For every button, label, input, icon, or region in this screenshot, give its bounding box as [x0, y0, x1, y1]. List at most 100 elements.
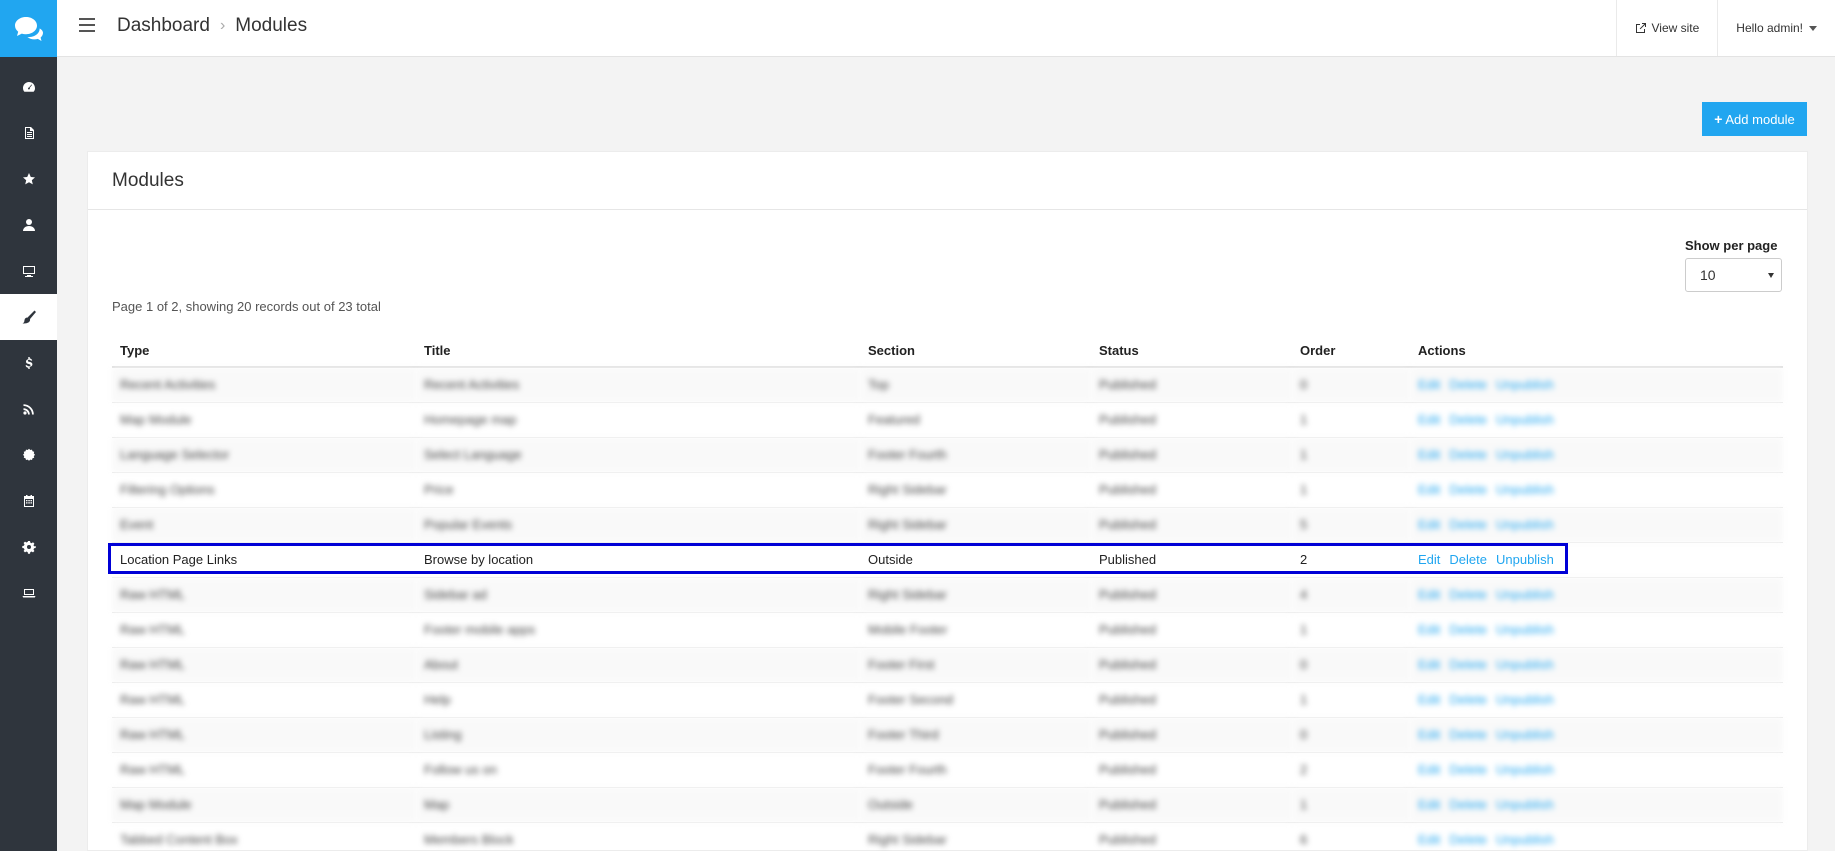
edit-link[interactable]: Edit: [1418, 692, 1440, 707]
breadcrumb-dashboard[interactable]: Dashboard: [117, 15, 210, 37]
view-site-label: View site: [1651, 21, 1700, 35]
cell-actions: Edit Delete Unpublish: [1410, 646, 1783, 682]
table-row: Map Module Map Outside Published 1 Edit Delete…: [112, 786, 1783, 822]
sidebar-item-devices[interactable]: [0, 570, 57, 616]
logo[interactable]: [0, 0, 57, 57]
delete-link[interactable]: Delete: [1449, 762, 1487, 777]
table-row: Location Page Links Browse by location Out…: [112, 541, 1783, 577]
cell-order: 6: [1292, 821, 1410, 851]
column-header-section[interactable]: Section: [860, 335, 1091, 368]
cell-type: Raw HTML: [112, 611, 416, 647]
cell-status: Published: [1091, 681, 1292, 717]
delete-link[interactable]: Delete: [1449, 832, 1487, 847]
unpublish-link[interactable]: Unpublish: [1496, 377, 1554, 392]
sidebar-item-display[interactable]: [0, 248, 57, 294]
edit-link[interactable]: Edit: [1418, 797, 1440, 812]
unpublish-link[interactable]: Unpublish: [1496, 727, 1554, 742]
sidebar-item-users[interactable]: [0, 202, 57, 248]
delete-link[interactable]: Delete: [1449, 447, 1487, 462]
unpublish-link[interactable]: Unpublish: [1496, 762, 1554, 777]
column-header-order[interactable]: Order: [1292, 335, 1410, 368]
delete-link[interactable]: Delete: [1449, 517, 1487, 532]
cell-order: 0: [1292, 366, 1410, 402]
edit-link[interactable]: Edit: [1418, 587, 1440, 602]
per-page-select[interactable]: 10: [1685, 258, 1782, 292]
sidebar-item-dashboard[interactable]: [0, 64, 57, 110]
delete-link[interactable]: Delete: [1449, 727, 1487, 742]
unpublish-link[interactable]: Unpublish: [1496, 692, 1554, 707]
sidebar-item-calendar[interactable]: [0, 478, 57, 524]
sidebar-item-badges[interactable]: [0, 432, 57, 478]
cell-status: Published: [1091, 471, 1292, 507]
cell-title: Listing: [416, 716, 860, 752]
delete-link[interactable]: Delete: [1449, 692, 1487, 707]
cell-section: Right Sidebar: [860, 576, 1091, 612]
edit-link[interactable]: Edit: [1418, 377, 1440, 392]
unpublish-link[interactable]: Unpublish: [1496, 482, 1554, 497]
cell-title: Select Language: [416, 436, 860, 472]
edit-link[interactable]: Edit: [1418, 412, 1440, 427]
cell-title: Browse by location: [416, 541, 860, 577]
delete-link[interactable]: Delete: [1449, 797, 1487, 812]
cell-actions: Edit Delete Unpublish: [1410, 681, 1783, 717]
unpublish-link[interactable]: Unpublish: [1496, 552, 1554, 567]
unpublish-link[interactable]: Unpublish: [1496, 517, 1554, 532]
unpublish-link[interactable]: Unpublish: [1496, 657, 1554, 672]
sidebar-item-feeds[interactable]: [0, 386, 57, 432]
user-menu[interactable]: Hello admin!: [1717, 0, 1835, 56]
view-site-link[interactable]: View site: [1616, 0, 1717, 56]
unpublish-link[interactable]: Unpublish: [1496, 797, 1554, 812]
cell-title: Help: [416, 681, 860, 717]
cell-status: Published: [1091, 716, 1292, 752]
cell-type: Recent Activities: [112, 366, 416, 402]
column-header-status[interactable]: Status: [1091, 335, 1292, 368]
add-module-button[interactable]: + Add module: [1702, 102, 1807, 136]
delete-link[interactable]: Delete: [1449, 657, 1487, 672]
sidebar-item-pages[interactable]: [0, 110, 57, 156]
rss-icon: [22, 404, 34, 415]
unpublish-link[interactable]: Unpublish: [1496, 447, 1554, 462]
edit-link[interactable]: Edit: [1418, 832, 1440, 847]
column-header-type[interactable]: Type: [112, 335, 416, 368]
hamburger-menu-icon[interactable]: [79, 18, 95, 32]
delete-link[interactable]: Delete: [1449, 587, 1487, 602]
sidebar-item-payments[interactable]: [0, 340, 57, 386]
table-row: Map Module Homepage map Featured Published 1…: [112, 401, 1783, 437]
delete-link[interactable]: Delete: [1449, 377, 1487, 392]
external-link-icon: [1636, 23, 1647, 33]
cell-order: 1: [1292, 786, 1410, 822]
cell-status: Published: [1091, 436, 1292, 472]
sidebar-item-settings[interactable]: [0, 524, 57, 570]
sidebar-item-favorites[interactable]: [0, 156, 57, 202]
edit-link[interactable]: Edit: [1418, 447, 1440, 462]
edit-link[interactable]: Edit: [1418, 482, 1440, 497]
delete-link[interactable]: Delete: [1449, 622, 1487, 637]
cell-actions: Edit Delete Unpublish: [1410, 541, 1783, 577]
table-row: Tabbed Content Box Members Block Right Sid…: [112, 821, 1783, 851]
edit-link[interactable]: Edit: [1418, 517, 1440, 532]
edit-link[interactable]: Edit: [1418, 657, 1440, 672]
sidebar-item-appearance[interactable]: [0, 294, 57, 340]
cell-title: About: [416, 646, 860, 682]
edit-link[interactable]: Edit: [1418, 552, 1440, 567]
cell-order: 1: [1292, 471, 1410, 507]
delete-link[interactable]: Delete: [1449, 412, 1487, 427]
cell-section: Featured: [860, 401, 1091, 437]
edit-link[interactable]: Edit: [1418, 762, 1440, 777]
edit-link[interactable]: Edit: [1418, 622, 1440, 637]
top-header: Dashboard › Modules View site Hello admi…: [57, 0, 1835, 57]
unpublish-link[interactable]: Unpublish: [1496, 587, 1554, 602]
unpublish-link[interactable]: Unpublish: [1496, 622, 1554, 637]
table-row: Filtering Options Price Right Sidebar Publi…: [112, 471, 1783, 507]
cell-section: Outside: [860, 541, 1091, 577]
column-header-title[interactable]: Title: [416, 335, 860, 368]
caret-down-icon: [1809, 25, 1817, 31]
unpublish-link[interactable]: Unpublish: [1496, 412, 1554, 427]
delete-link[interactable]: Delete: [1449, 552, 1487, 567]
delete-link[interactable]: Delete: [1449, 482, 1487, 497]
cell-order: 1: [1292, 681, 1410, 717]
cell-title: Homepage map: [416, 401, 860, 437]
edit-link[interactable]: Edit: [1418, 727, 1440, 742]
cell-section: Top: [860, 366, 1091, 402]
unpublish-link[interactable]: Unpublish: [1496, 832, 1554, 847]
